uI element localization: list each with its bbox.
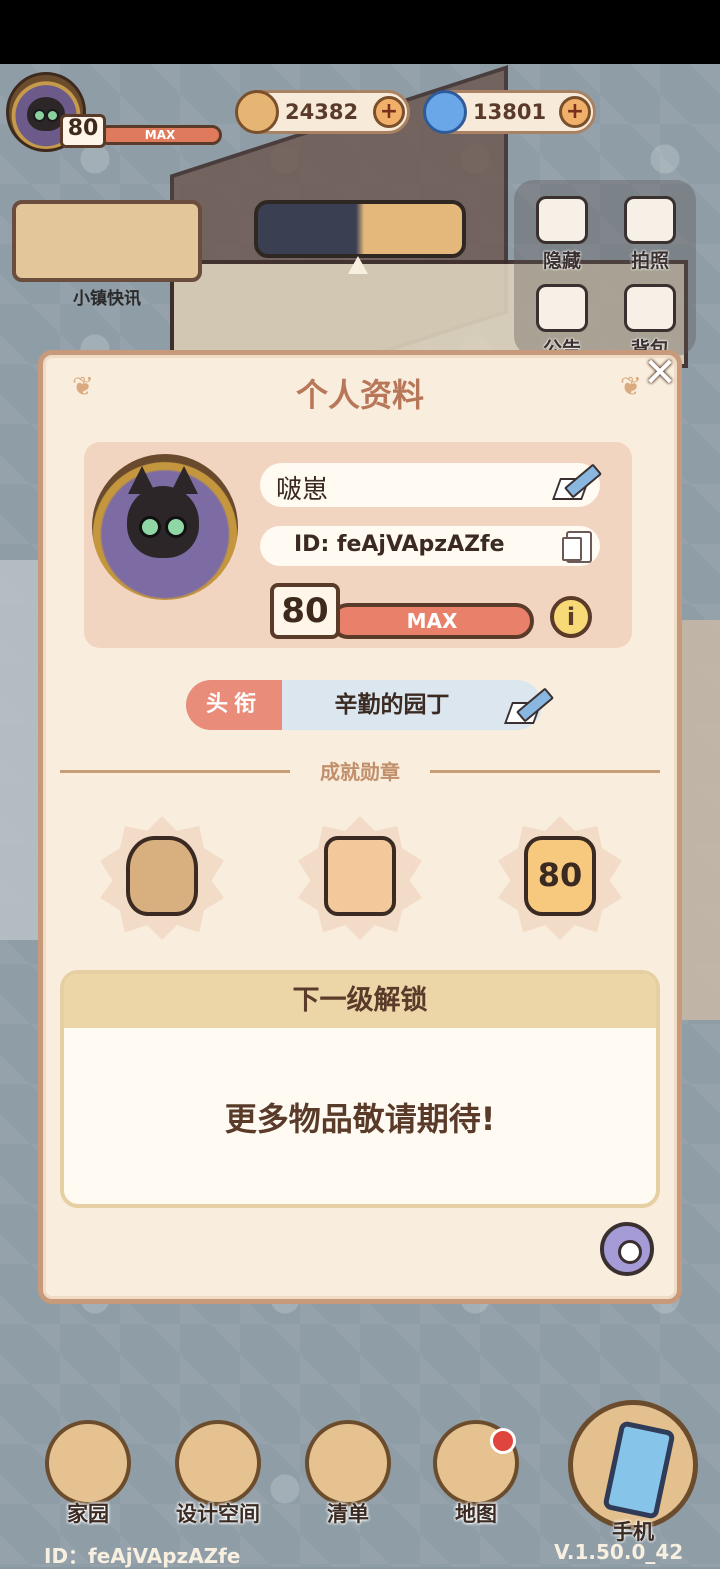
coin-counter: 24382 + bbox=[235, 90, 410, 134]
coin-bag-icon bbox=[126, 836, 198, 916]
nav-list[interactable]: 清单 bbox=[300, 1420, 396, 1526]
add-coins-button[interactable]: + bbox=[373, 96, 405, 128]
nav-design[interactable]: 设计空间 bbox=[170, 1420, 266, 1526]
witch-hat-icon bbox=[324, 836, 396, 916]
player-id-field: ID: feAjVApzAZfe bbox=[260, 526, 600, 566]
footer-player-id: ID：feAjVApzAZfe bbox=[44, 1544, 241, 1568]
nav-list-label: 清单 bbox=[327, 1502, 369, 1526]
profile-avatar[interactable] bbox=[92, 454, 238, 600]
swirl-gem-icon bbox=[423, 90, 467, 134]
medal-level[interactable]: 80 bbox=[498, 816, 622, 940]
next-unlock-header: 下一级解锁 bbox=[64, 974, 656, 1028]
megaphone-icon bbox=[536, 284, 588, 332]
edit-name-icon[interactable] bbox=[551, 462, 603, 500]
profile-level-badge: 80 bbox=[270, 583, 340, 639]
profile-level-bar: MAX bbox=[330, 603, 534, 639]
add-gems-button[interactable]: + bbox=[559, 96, 591, 128]
nav-map-label: 地图 bbox=[455, 1502, 497, 1526]
copy-id-icon[interactable] bbox=[562, 531, 592, 563]
level-info-button[interactable]: i bbox=[550, 596, 592, 638]
next-unlock-message: 更多物品敬请期待! bbox=[224, 1100, 496, 1138]
medal-level-number: 80 bbox=[524, 836, 596, 916]
day-night-toggle[interactable] bbox=[254, 200, 466, 258]
photo-label: 拍照 bbox=[630, 250, 669, 272]
coin-value: 24382 bbox=[285, 100, 359, 124]
edit-title-icon[interactable] bbox=[503, 686, 555, 724]
level-number: 80 bbox=[67, 116, 99, 141]
photo-button[interactable]: 拍照 bbox=[610, 196, 690, 273]
coin-icon bbox=[235, 90, 279, 134]
nickname: 啵崽 bbox=[276, 475, 329, 505]
nav-phone[interactable] bbox=[568, 1400, 698, 1530]
version-label: V.1.50.0_42 bbox=[554, 1540, 684, 1564]
profile-level-number: 80 bbox=[281, 591, 329, 631]
gem-value: 13801 bbox=[473, 100, 547, 124]
medal-coins[interactable] bbox=[100, 816, 224, 940]
medal-witch-hat[interactable] bbox=[298, 816, 422, 940]
black-cat-icon bbox=[127, 486, 199, 558]
nav-home[interactable]: 家园 bbox=[40, 1420, 136, 1526]
nav-home-label: 家园 bbox=[67, 1502, 109, 1526]
nickname-field: 啵崽 bbox=[260, 463, 600, 507]
ruler-icon bbox=[175, 1420, 261, 1506]
backpack-icon bbox=[624, 284, 676, 332]
next-unlock-box: 下一级解锁 更多物品敬请期待! bbox=[60, 970, 660, 1208]
dialog-title: 个人资料 bbox=[295, 376, 424, 414]
title-value: 辛勤的园丁 bbox=[334, 692, 450, 718]
checklist-icon bbox=[305, 1420, 391, 1506]
settings-gear-icon[interactable] bbox=[600, 1222, 654, 1276]
town-news-button[interactable] bbox=[12, 200, 202, 282]
title-tag: 头衔 bbox=[186, 680, 282, 730]
day-night-indicator-icon bbox=[348, 256, 368, 274]
town-news-label: 小镇快讯 bbox=[73, 289, 141, 309]
level-badge: 80 bbox=[60, 114, 106, 148]
phone-icon bbox=[602, 1420, 676, 1520]
house-icon bbox=[45, 1420, 131, 1506]
hide-label: 隐藏 bbox=[542, 250, 581, 272]
gem-counter: 13801 + bbox=[423, 90, 596, 134]
camera-icon bbox=[624, 196, 676, 244]
level-progress-bar: MAX bbox=[98, 125, 222, 145]
status-bar bbox=[0, 0, 720, 64]
frame-icon bbox=[536, 196, 588, 244]
title-badge: 头衔 辛勤的园丁 bbox=[186, 680, 542, 730]
achievements-label: 成就勋章 bbox=[290, 756, 430, 785]
map-notification-badge bbox=[490, 1428, 516, 1454]
nav-design-label: 设计空间 bbox=[176, 1502, 260, 1526]
hide-button[interactable]: 隐藏 bbox=[522, 196, 602, 273]
player-id: ID: feAjVApzAZfe bbox=[294, 532, 505, 557]
